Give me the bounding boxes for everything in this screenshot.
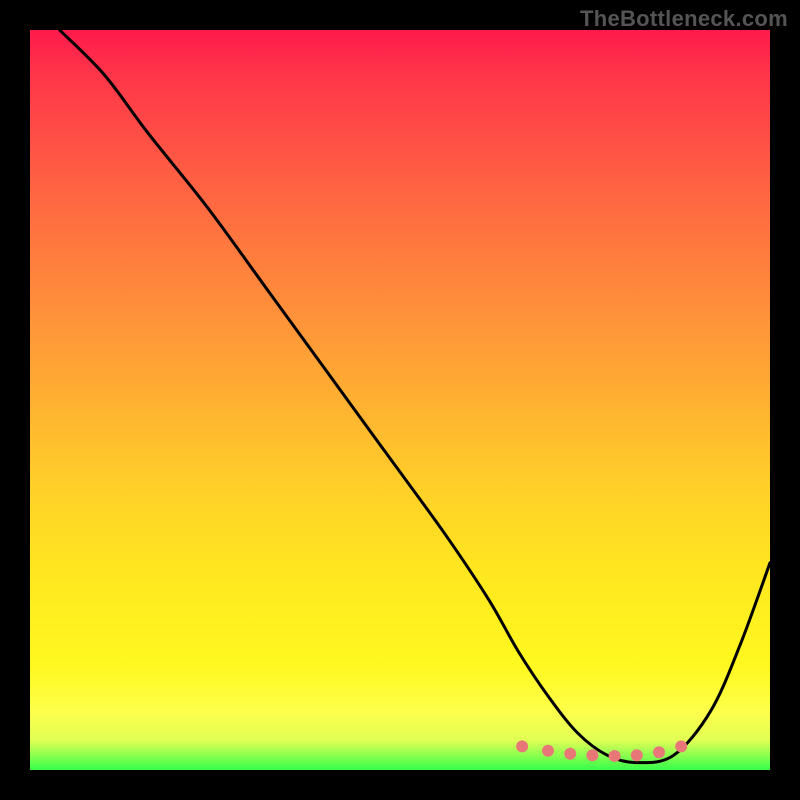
optimal-marker <box>675 740 687 752</box>
chart-container: TheBottleneck.com <box>0 0 800 800</box>
optimal-marker <box>542 745 554 757</box>
bottleneck-curve <box>60 30 770 763</box>
plot-area <box>30 30 770 770</box>
optimal-marker <box>564 748 576 760</box>
watermark: TheBottleneck.com <box>580 6 788 32</box>
curve-svg <box>30 30 770 770</box>
optimal-marker <box>516 740 528 752</box>
optimal-marker <box>609 750 621 762</box>
optimal-marker <box>631 749 643 761</box>
optimal-marker <box>586 749 598 761</box>
optimal-marker <box>653 746 665 758</box>
